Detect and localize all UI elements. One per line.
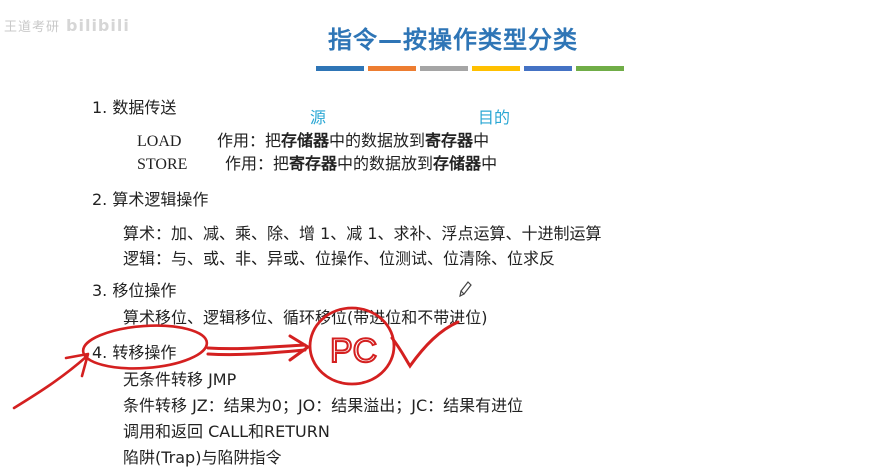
arrow-to-pc [206,334,310,362]
heading-circle [81,324,209,370]
pc-text: PC [330,332,377,370]
left-arrow [12,352,90,410]
check-mark [390,320,460,369]
annotation-layer: PC [12,281,472,410]
pencil-cursor-icon [459,281,472,298]
